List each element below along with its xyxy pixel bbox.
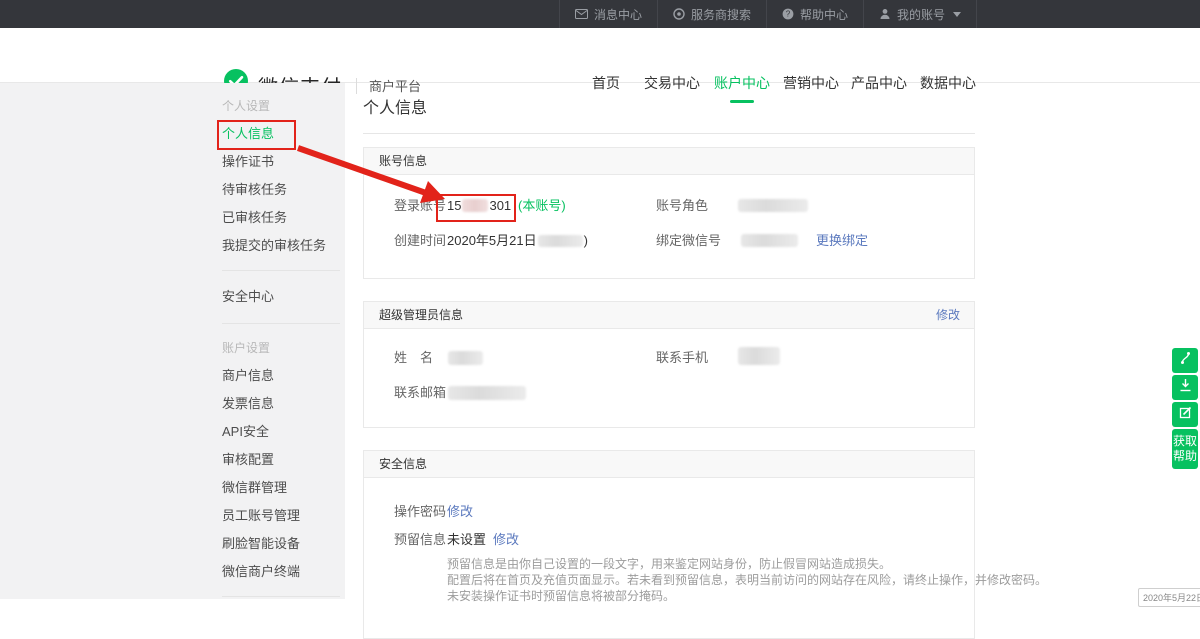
svg-text:?: ? (786, 10, 791, 19)
top-utility-bar: 消息中心 服务商搜索 ? 帮助中心 我的账号 (0, 0, 1200, 28)
super-admin-section-header: 超级管理员信息修改 (364, 302, 974, 329)
reserved-info-label: 预留信息 (394, 531, 446, 549)
floating-help-widget: 获取帮助 (1172, 348, 1198, 469)
sidebar-divider (222, 596, 340, 597)
sidebar-item-operation-certificate[interactable]: 操作证书 (222, 148, 340, 176)
message-center-label: 消息中心 (594, 6, 642, 23)
date-tooltip: 2020年5月22日 (1138, 588, 1200, 607)
page-title: 个人信息 (363, 99, 975, 118)
redacted-wechat-id (741, 234, 798, 247)
header-divider (356, 78, 357, 94)
redacted-contact-email (448, 386, 526, 400)
help-center-menu[interactable]: ? 帮助中心 (766, 0, 863, 28)
sidebar-item-my-submitted-review-tasks[interactable]: 我提交的审核任务 (222, 232, 340, 260)
redacted-admin-name (448, 351, 483, 365)
sidebar-item-pending-review-tasks[interactable]: 待审核任务 (222, 176, 340, 204)
message-center-menu[interactable]: 消息中心 (559, 0, 657, 28)
login-account-label: 登录账号 (394, 197, 446, 215)
login-account-value: 15301 (447, 197, 511, 215)
redacted-created-time (538, 235, 583, 247)
mail-icon (575, 9, 588, 19)
sidebar-divider (222, 323, 340, 324)
wechat-pay-merchant-portal: { "topbar": { "items": [ { "icon": "mail… (0, 0, 1200, 599)
user-icon (879, 8, 891, 20)
link-icon (1179, 351, 1192, 370)
contact-phone-label: 联系手机 (656, 349, 708, 367)
bound-wechat-label: 绑定微信号 (656, 232, 721, 250)
my-account-label: 我的账号 (897, 6, 945, 23)
sidebar-item-security-center[interactable]: 安全中心 (222, 283, 340, 311)
account-info-section-header: 账号信息 (364, 148, 974, 175)
created-time-label: 创建时间 (394, 232, 446, 250)
admin-name-label: 姓 名 (394, 349, 433, 367)
current-account-tag: (本账号) (518, 197, 566, 215)
sidebar: 个人设置 个人信息 操作证书 待审核任务 已审核任务 我提交的审核任务 安全中心… (0, 83, 345, 599)
sidebar-item-review-config[interactable]: 审核配置 (222, 446, 340, 474)
download-icon (1179, 378, 1192, 397)
super-admin-section: 超级管理员信息修改 姓 名 联系手机 联系邮箱 (363, 301, 975, 428)
main-content: 个人信息 账号信息 登录账号 15301 (本账号) 账号角色 创建时间 202… (363, 83, 975, 639)
security-info-section-header: 安全信息 (364, 451, 974, 478)
sidebar-heading-account-settings: 账户设置 (222, 334, 340, 362)
created-time-value: 2020年5月21日) (447, 232, 588, 250)
title-divider (363, 133, 975, 134)
help-center-label: 帮助中心 (800, 6, 848, 23)
sidebar-item-wechat-merchant-terminal[interactable]: 微信商户终端 (222, 558, 340, 586)
quick-link-button[interactable] (1172, 348, 1198, 373)
reserved-info-description: 预留信息是由你自己设置的一段文字，用来鉴定网站身份，防止假冒网站造成损失。 配置… (447, 556, 1047, 604)
reserved-info-value: 未设置 (447, 531, 486, 549)
get-help-button[interactable]: 获取帮助 (1172, 429, 1198, 469)
main-header: 微信支付 商户平台 首页 交易中心 账户中心 营销中心 产品中心 数据中心 (0, 28, 1200, 83)
sidebar-item-wechat-group-management[interactable]: 微信群管理 (222, 474, 340, 502)
account-role-label: 账号角色 (656, 197, 708, 215)
help-circle-icon: ? (782, 8, 794, 20)
sidebar-divider (222, 270, 340, 271)
redacted-account-role (738, 199, 808, 212)
sidebar-item-invoice-info[interactable]: 发票信息 (222, 390, 340, 418)
service-provider-search-label: 服务商搜索 (691, 6, 751, 23)
redacted-contact-phone (738, 347, 780, 365)
sidebar-item-merchant-info[interactable]: 商户信息 (222, 362, 340, 390)
security-info-section: 安全信息 操作密码 修改 预留信息 未设置 修改 预留信息是由你自己设置的一段文… (363, 450, 975, 639)
feedback-button[interactable] (1172, 402, 1198, 427)
my-account-menu[interactable]: 我的账号 (863, 0, 977, 28)
contact-email-label: 联系邮箱 (394, 384, 446, 402)
edit-password-link[interactable]: 修改 (447, 503, 473, 521)
download-button[interactable] (1172, 375, 1198, 400)
edit-icon (1179, 406, 1192, 424)
sidebar-heading-personal-settings: 个人设置 (222, 92, 340, 120)
sidebar-item-reviewed-tasks[interactable]: 已审核任务 (222, 204, 340, 232)
sidebar-item-api-security[interactable]: API安全 (222, 418, 340, 446)
sidebar-item-face-payment-devices[interactable]: 刷脸智能设备 (222, 530, 340, 558)
sidebar-item-personal-info[interactable]: 个人信息 (222, 120, 340, 148)
chevron-down-icon (953, 12, 961, 17)
edit-reserved-info-link[interactable]: 修改 (493, 531, 519, 549)
account-info-section: 账号信息 登录账号 15301 (本账号) 账号角色 创建时间 2020年5月2… (363, 147, 975, 279)
service-provider-search-menu[interactable]: 服务商搜索 (657, 0, 766, 28)
search-circle-icon (673, 8, 685, 20)
redacted-login-digits (462, 199, 488, 212)
operation-password-label: 操作密码 (394, 503, 446, 521)
rebind-wechat-link[interactable]: 更换绑定 (816, 232, 868, 250)
edit-admin-link[interactable]: 修改 (936, 302, 960, 329)
sidebar-item-staff-account-management[interactable]: 员工账号管理 (222, 502, 340, 530)
